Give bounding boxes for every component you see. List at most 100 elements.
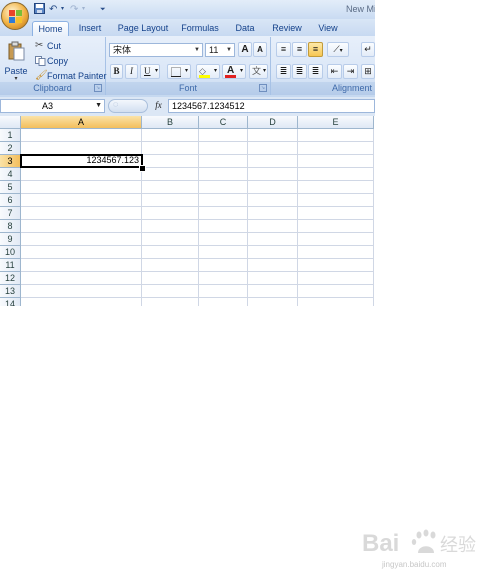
cell-e10[interactable] bbox=[298, 246, 374, 259]
row-header-7[interactable]: 7 bbox=[0, 207, 21, 220]
cell-d13[interactable] bbox=[248, 285, 298, 298]
row-header-13[interactable]: 13 bbox=[0, 285, 21, 298]
cell-a13[interactable] bbox=[21, 285, 142, 298]
cell-e6[interactable] bbox=[298, 194, 374, 207]
wrap-text-button[interactable]: ↵ bbox=[361, 42, 375, 57]
cell-b7[interactable] bbox=[142, 207, 199, 220]
tab-data[interactable]: Data bbox=[232, 21, 258, 36]
cell-b12[interactable] bbox=[142, 272, 199, 285]
column-header-e[interactable]: E bbox=[298, 116, 374, 129]
fill-color-button[interactable]: ◇ ▾ bbox=[196, 64, 220, 79]
cell-c4[interactable] bbox=[199, 168, 248, 181]
column-header-a[interactable]: A bbox=[21, 116, 142, 129]
insert-function-button[interactable]: fx bbox=[151, 99, 166, 113]
paste-button[interactable]: Paste ▾ bbox=[3, 39, 29, 82]
cell-d12[interactable] bbox=[248, 272, 298, 285]
cell-b9[interactable] bbox=[142, 233, 199, 246]
cell-b11[interactable] bbox=[142, 259, 199, 272]
font-color-button[interactable]: A ▾ bbox=[222, 64, 246, 79]
cell-c10[interactable] bbox=[199, 246, 248, 259]
row-header-9[interactable]: 9 bbox=[0, 233, 21, 246]
tab-home[interactable]: Home bbox=[32, 21, 69, 36]
cell-c6[interactable] bbox=[199, 194, 248, 207]
cell-a6[interactable] bbox=[21, 194, 142, 207]
cell-e9[interactable] bbox=[298, 233, 374, 246]
undo-dropdown-icon[interactable]: ▾ bbox=[61, 3, 64, 16]
clipboard-launcher-icon[interactable]: ↘ bbox=[94, 84, 102, 92]
cell-e14[interactable] bbox=[298, 298, 374, 306]
align-right-button[interactable]: ≣ bbox=[308, 64, 323, 79]
cell-c13[interactable] bbox=[199, 285, 248, 298]
cell-c3[interactable] bbox=[199, 155, 248, 168]
cell-a12[interactable] bbox=[21, 272, 142, 285]
cell-d14[interactable] bbox=[248, 298, 298, 306]
cell-b1[interactable] bbox=[142, 129, 199, 142]
cell-b3[interactable] bbox=[142, 155, 199, 168]
cell-c12[interactable] bbox=[199, 272, 248, 285]
font-size-combo[interactable]: 11 ▼ bbox=[205, 43, 235, 57]
cell-b4[interactable] bbox=[142, 168, 199, 181]
align-top-button[interactable]: ≡ bbox=[276, 42, 291, 57]
row-header-10[interactable]: 10 bbox=[0, 246, 21, 259]
cell-b10[interactable] bbox=[142, 246, 199, 259]
cell-d4[interactable] bbox=[248, 168, 298, 181]
cell-d11[interactable] bbox=[248, 259, 298, 272]
cell-e1[interactable] bbox=[298, 129, 374, 142]
cell-a14[interactable] bbox=[21, 298, 142, 306]
bold-button[interactable]: B bbox=[110, 64, 123, 79]
increase-indent-button[interactable]: ⇥ bbox=[343, 64, 358, 79]
select-all-corner[interactable] bbox=[0, 116, 21, 129]
cell-d2[interactable] bbox=[248, 142, 298, 155]
column-header-b[interactable]: B bbox=[142, 116, 199, 129]
formula-bar-expander[interactable]: ◌ bbox=[108, 99, 148, 113]
office-button[interactable] bbox=[1, 2, 29, 30]
save-icon[interactable] bbox=[34, 3, 45, 16]
decrease-indent-button[interactable]: ⇤ bbox=[327, 64, 342, 79]
cell-a4[interactable] bbox=[21, 168, 142, 181]
grow-font-button[interactable]: A bbox=[238, 42, 252, 57]
cell-d1[interactable] bbox=[248, 129, 298, 142]
cell-d7[interactable] bbox=[248, 207, 298, 220]
row-header-4[interactable]: 4 bbox=[0, 168, 21, 181]
cell-c11[interactable] bbox=[199, 259, 248, 272]
name-box[interactable]: A3 ▼ bbox=[0, 99, 105, 113]
cell-c1[interactable] bbox=[199, 129, 248, 142]
font-name-combo[interactable]: 宋体 ▼ bbox=[109, 43, 203, 57]
cell-a7[interactable] bbox=[21, 207, 142, 220]
cell-e3[interactable] bbox=[298, 155, 374, 168]
redo-dropdown-icon[interactable]: ▾ bbox=[82, 3, 85, 16]
cut-button[interactable]: ✂ Cut bbox=[33, 40, 103, 53]
tab-view[interactable]: View bbox=[314, 21, 342, 36]
cell-e5[interactable] bbox=[298, 181, 374, 194]
cell-a8[interactable] bbox=[21, 220, 142, 233]
cell-e12[interactable] bbox=[298, 272, 374, 285]
cell-b2[interactable] bbox=[142, 142, 199, 155]
align-center-button[interactable]: ≣ bbox=[292, 64, 307, 79]
font-launcher-icon[interactable]: ↘ bbox=[259, 84, 267, 92]
column-header-d[interactable]: D bbox=[248, 116, 298, 129]
cell-c7[interactable] bbox=[199, 207, 248, 220]
row-header-14[interactable]: 14 bbox=[0, 298, 21, 306]
tab-page-layout[interactable]: Page Layout bbox=[115, 21, 171, 36]
merge-center-button[interactable]: ⊞ bbox=[361, 64, 375, 79]
italic-button[interactable]: I bbox=[125, 64, 138, 79]
cell-b8[interactable] bbox=[142, 220, 199, 233]
name-box-dropdown-icon[interactable]: ▼ bbox=[95, 100, 102, 112]
cell-d9[interactable] bbox=[248, 233, 298, 246]
borders-button[interactable]: ▾ bbox=[167, 64, 191, 79]
row-header-8[interactable]: 8 bbox=[0, 220, 21, 233]
cell-b5[interactable] bbox=[142, 181, 199, 194]
cell-e7[interactable] bbox=[298, 207, 374, 220]
align-middle-button[interactable]: ≡ bbox=[292, 42, 307, 57]
cell-d8[interactable] bbox=[248, 220, 298, 233]
cell-c5[interactable] bbox=[199, 181, 248, 194]
row-header-12[interactable]: 12 bbox=[0, 272, 21, 285]
cell-d10[interactable] bbox=[248, 246, 298, 259]
row-header-2[interactable]: 2 bbox=[0, 142, 21, 155]
row-header-11[interactable]: 11 bbox=[0, 259, 21, 272]
cell-e11[interactable] bbox=[298, 259, 374, 272]
formula-input[interactable]: 1234567.1234512 bbox=[168, 99, 375, 113]
cell-e13[interactable] bbox=[298, 285, 374, 298]
cell-b6[interactable] bbox=[142, 194, 199, 207]
column-header-c[interactable]: C bbox=[199, 116, 248, 129]
